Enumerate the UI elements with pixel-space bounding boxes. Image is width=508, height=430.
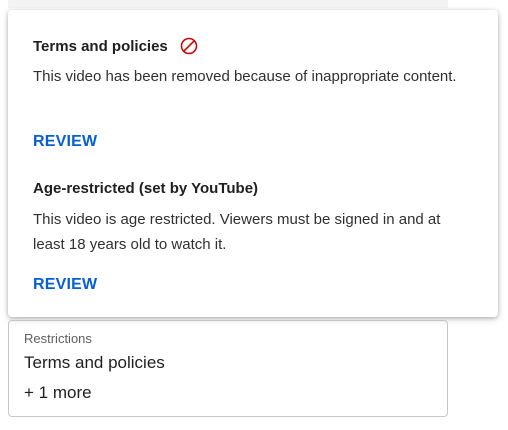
age-restricted-title-text: Age-restricted (set by YouTube): [33, 180, 259, 197]
terms-and-policies-title: Terms and policies: [33, 37, 198, 55]
block-icon: [180, 37, 198, 55]
restrictions-more: + 1 more: [24, 383, 92, 402]
restrictions-value: Terms and policies: [24, 353, 165, 372]
terms-and-policies-description: This video has been removed because of i…: [33, 68, 457, 85]
age-restricted-title: Age-restricted (set by YouTube): [33, 180, 258, 197]
background-card: [8, 0, 448, 8]
restrictions-popup: Terms and policies This video has been r…: [8, 10, 498, 317]
age-restriction-review-link[interactable]: REVIEW: [33, 276, 97, 294]
terms-and-policies-title-text: Terms and policies: [33, 37, 168, 55]
age-restricted-description: This video is age restricted. Viewers mu…: [33, 211, 441, 253]
restrictions-label: Restrictions: [24, 331, 92, 346]
restrictions-field[interactable]: Restrictions Terms and policies + 1 more: [8, 320, 448, 417]
terms-review-link[interactable]: REVIEW: [33, 133, 97, 151]
page: Terms and policies This video has been r…: [0, 0, 508, 430]
